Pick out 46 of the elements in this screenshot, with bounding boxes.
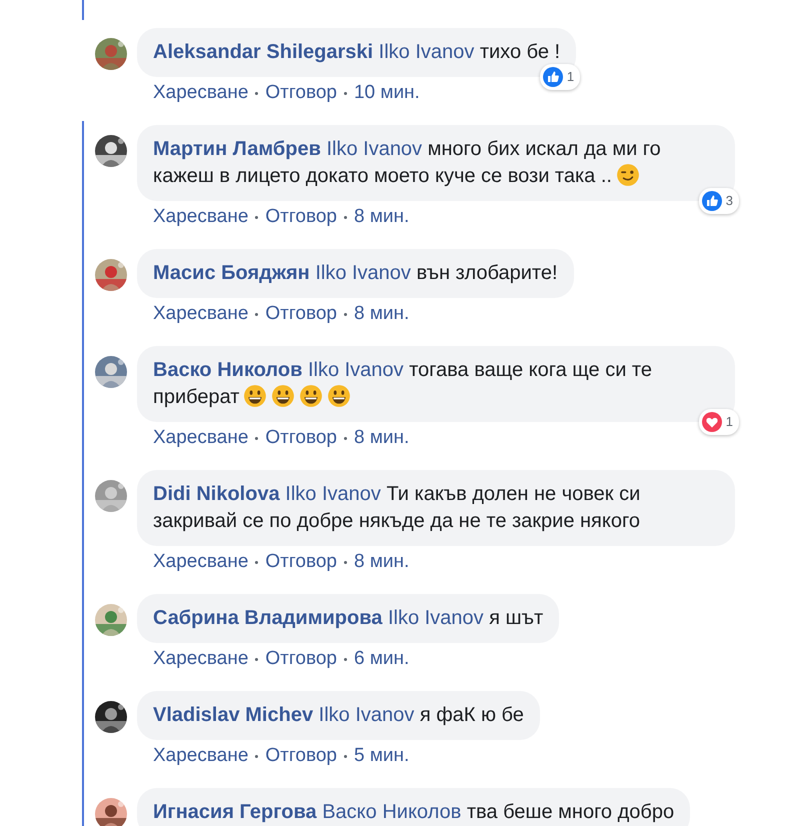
reply-link[interactable]: Отговор [265, 746, 337, 766]
separator-dot [344, 92, 347, 94]
separator-dot [344, 754, 347, 758]
like-link[interactable]: Харесване [153, 552, 248, 572]
like-link[interactable]: Харесване [153, 649, 248, 669]
separator-dot [255, 92, 258, 94]
reply-link[interactable]: Отговор [265, 649, 337, 669]
like-link[interactable]: Харесване [153, 304, 248, 324]
timestamp[interactable]: 10 мин. [354, 83, 420, 103]
reply-link[interactable]: Отговор [265, 83, 337, 103]
reaction-count[interactable]: 3 [698, 188, 739, 214]
separator-dot [255, 754, 258, 758]
comment-text: Сабрина Владимирова Ilko Ivanov я шът [153, 607, 544, 629]
comment-text: Масис Бояджян Ilko Ivanov вън злобарите! [153, 262, 558, 284]
like-link[interactable]: Харесване [153, 428, 248, 448]
timestamp[interactable]: 8 мин. [354, 552, 410, 572]
separator-dot [344, 312, 347, 316]
like-link[interactable]: Харесване [153, 207, 248, 227]
comment-text: Vladislav Michev Ilko Ivanov я фаК ю бе [153, 704, 524, 726]
timestamp[interactable]: 5 мин. [354, 746, 410, 766]
comment-text: Васко Николов Ilko Ivanov тогава ваще кога ще си те приберат [153, 359, 652, 408]
reaction-count[interactable]: 1 [540, 64, 580, 90]
comment-text: Мартин Ламбрев Ilko Ivanov много бих искал да ми го кажеш в лицето докато моето куче се вози така .. [153, 138, 661, 187]
separator-dot [255, 658, 258, 660]
separator-dot [344, 658, 347, 660]
reaction-count[interactable]: 1 [698, 409, 739, 435]
like-link[interactable]: Харесване [153, 83, 248, 103]
like-link[interactable]: Харесване [153, 746, 248, 766]
comment-text: Aleksandar Shilegarski Ilko Ivanov тихо бе ! [153, 41, 560, 63]
timestamp[interactable]: 8 мин. [354, 207, 410, 227]
reply-link[interactable]: Отговор [265, 207, 337, 227]
separator-dot [255, 216, 258, 218]
timestamp[interactable]: 6 мин. [354, 649, 410, 669]
timestamp[interactable]: 8 мин. [354, 428, 410, 448]
reply-link[interactable]: Отговор [265, 304, 337, 324]
separator-dot [344, 560, 347, 564]
separator-dot [344, 436, 347, 440]
comment-text: Игнасия Гергова Васко Николов тва беше много добро [153, 801, 674, 823]
comment-text: Didi Nikolova Ilko Ivanov Ти какъв долен не човек си закривай се по добре някъде да не те закрие някого [153, 483, 640, 532]
separator-dot [255, 312, 258, 316]
reply-link[interactable]: Отговор [265, 552, 337, 572]
separator-dot [255, 436, 258, 440]
separator-dot [255, 560, 258, 564]
reply-link[interactable]: Отговор [265, 428, 337, 448]
timestamp[interactable]: 8 мин. [354, 304, 410, 324]
separator-dot [344, 216, 347, 218]
